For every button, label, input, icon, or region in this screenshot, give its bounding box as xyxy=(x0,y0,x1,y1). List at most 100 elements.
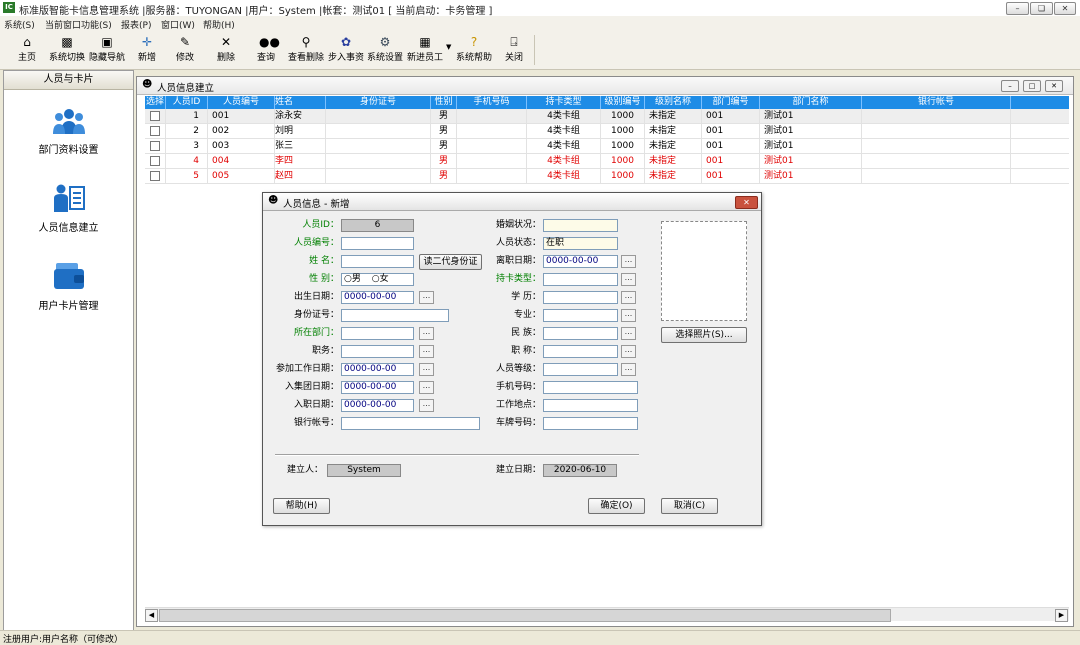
name-input[interactable] xyxy=(341,255,414,268)
col-select[interactable]: 选择 xyxy=(145,96,166,109)
scroll-right-icon[interactable]: ▶ xyxy=(1055,609,1068,622)
col-level-name[interactable]: 级别名称 xyxy=(645,96,702,109)
group-date-input[interactable]: 0000-00-00 xyxy=(341,381,414,394)
close-button[interactable]: ✕ xyxy=(1054,2,1076,15)
leave-date-picker-button[interactable]: ... xyxy=(621,255,636,268)
view-deleted-button[interactable]: ⚲ 查看删除 xyxy=(287,33,325,67)
join-date-picker-button[interactable]: ... xyxy=(419,399,434,412)
col-id-number[interactable]: 身份证号 xyxy=(326,96,431,109)
horizontal-scrollbar[interactable]: ◀ ▶ xyxy=(145,607,1069,622)
child-restore-button[interactable]: □ xyxy=(1023,80,1041,92)
col-level-code[interactable]: 级别编号 xyxy=(601,96,645,109)
table-row[interactable]: 4 004 李四 男 4类卡组 1000 未指定 001 测试01 xyxy=(145,154,1069,169)
col-card-type[interactable]: 持卡类型 xyxy=(527,96,601,109)
sex-male-radio[interactable]: ○男 xyxy=(344,274,361,284)
col-work[interactable]: 工作 xyxy=(1011,96,1069,109)
group-date-picker-button[interactable]: ... xyxy=(419,381,434,394)
col-dept-name[interactable]: 部门名称 xyxy=(760,96,862,109)
menu-help[interactable]: 帮助(H) xyxy=(203,18,235,31)
child-close-button[interactable]: ✕ xyxy=(1045,80,1063,92)
department-picker-button[interactable]: ... xyxy=(419,327,434,340)
dialog-close-button[interactable]: ✕ xyxy=(735,196,758,209)
card-type-input[interactable] xyxy=(543,273,618,286)
scroll-thumb[interactable] xyxy=(159,609,891,622)
birth-date-input[interactable]: 0000-00-00 xyxy=(341,291,414,304)
col-dept-code[interactable]: 部门编号 xyxy=(702,96,760,109)
nav-item-card-management[interactable]: 用户卡片管理 xyxy=(4,261,133,312)
col-name[interactable]: 姓名 xyxy=(275,96,326,109)
table-row[interactable]: 2 002 刘明 男 4类卡组 1000 未指定 001 测试01 xyxy=(145,124,1069,139)
table-row[interactable]: 1 001 涂永安 男 4类卡组 1000 未指定 001 测试01 xyxy=(145,109,1069,124)
birth-date-picker-button[interactable]: ... xyxy=(419,291,434,304)
title-picker-button[interactable]: ... xyxy=(621,345,636,358)
help-button[interactable]: 帮助(H) xyxy=(273,498,330,514)
person-code-input[interactable] xyxy=(341,237,414,250)
work-date-input[interactable]: 0000-00-00 xyxy=(341,363,414,376)
grade-input[interactable] xyxy=(543,363,618,376)
join-date-input[interactable]: 0000-00-00 xyxy=(341,399,414,412)
add-button[interactable]: ✛ 新增 xyxy=(133,33,161,67)
row-checkbox[interactable] xyxy=(150,171,160,181)
sex-female-radio[interactable]: ○女 xyxy=(372,274,389,284)
col-mobile[interactable]: 手机号码 xyxy=(457,96,527,109)
work-date-picker-button[interactable]: ... xyxy=(419,363,434,376)
nation-picker-button[interactable]: ... xyxy=(621,327,636,340)
new-employee-icon: ▦ xyxy=(419,35,431,49)
col-person-code[interactable]: 人员编号 xyxy=(208,96,275,109)
nation-input[interactable] xyxy=(543,327,618,340)
cancel-button[interactable]: 取消(C) xyxy=(661,498,718,514)
menu-system[interactable]: 系统(S) xyxy=(4,18,35,31)
person-status-input[interactable]: 在职 xyxy=(543,237,618,250)
table-row[interactable]: 3 003 张三 男 4类卡组 1000 未指定 001 测试01 xyxy=(145,139,1069,154)
nav-item-department-setup[interactable]: 部门资料设置 xyxy=(4,107,133,156)
system-switch-button[interactable]: ▩ 系统切换 xyxy=(47,33,87,67)
dropdown-arrow-icon[interactable]: ▼ xyxy=(446,43,451,51)
row-checkbox[interactable] xyxy=(150,111,160,121)
id-number-input[interactable] xyxy=(341,309,449,322)
table-row[interactable]: 5 005 赵四 男 4类卡组 1000 未指定 001 测试01 xyxy=(145,169,1069,184)
mobile-input[interactable] xyxy=(543,381,638,394)
edit-button[interactable]: ✎ 修改 xyxy=(171,33,199,67)
query-button[interactable]: ●● 查询 xyxy=(252,33,280,67)
new-employee-button[interactable]: ▦ 新进员工 xyxy=(406,33,444,67)
home-button[interactable]: ⌂ 主页 xyxy=(12,33,42,67)
minimize-button[interactable]: – xyxy=(1006,2,1029,15)
child-minimize-button[interactable]: – xyxy=(1001,80,1019,92)
leave-date-input[interactable]: 0000-00-00 xyxy=(543,255,618,268)
title-input[interactable] xyxy=(543,345,618,358)
menu-window[interactable]: 窗口(W) xyxy=(161,18,195,31)
education-picker-button[interactable]: ... xyxy=(621,291,636,304)
card-type-picker-button[interactable]: ... xyxy=(621,273,636,286)
row-checkbox[interactable] xyxy=(150,141,160,151)
department-input[interactable] xyxy=(341,327,414,340)
workplace-input[interactable] xyxy=(543,399,638,412)
col-sex[interactable]: 性别 xyxy=(431,96,457,109)
bank-account-input[interactable] xyxy=(341,417,480,430)
menu-report[interactable]: 报表(P) xyxy=(121,18,151,31)
close-app-button[interactable]: ⍈ 关闭 xyxy=(500,33,528,67)
major-input[interactable] xyxy=(543,309,618,322)
nav-item-person-info[interactable]: 人员信息建立 xyxy=(4,183,133,234)
grade-picker-button[interactable]: ... xyxy=(621,363,636,376)
ok-button[interactable]: 确定(O) xyxy=(588,498,645,514)
scroll-left-icon[interactable]: ◀ xyxy=(145,609,158,622)
duty-input[interactable] xyxy=(341,345,414,358)
row-checkbox[interactable] xyxy=(150,156,160,166)
row-checkbox[interactable] xyxy=(150,126,160,136)
toolbar: ⌂ 主页 ▩ 系统切换 ▣ 隐藏导航 ✛ 新增 ✎ 修改 ✕ 删除 ●● 查询 … xyxy=(0,31,1080,70)
marriage-input[interactable] xyxy=(543,219,618,232)
delete-button[interactable]: ✕ 删除 xyxy=(212,33,240,67)
select-photo-button[interactable]: 选择照片(S)... xyxy=(661,327,747,343)
restore-button[interactable]: ❏ xyxy=(1030,2,1053,15)
education-input[interactable] xyxy=(543,291,618,304)
major-picker-button[interactable]: ... xyxy=(621,309,636,322)
col-person-id[interactable]: 人员ID xyxy=(166,96,208,109)
hide-nav-button[interactable]: ▣ 隐藏导航 xyxy=(88,33,126,67)
menu-window-functions[interactable]: 当前窗口功能(S) xyxy=(45,18,112,31)
system-help-button[interactable]: ? 系统帮助 xyxy=(455,33,493,67)
plate-input[interactable] xyxy=(543,417,638,430)
duty-picker-button[interactable]: ... xyxy=(419,345,434,358)
step-in-button[interactable]: ✿ 步入事资 xyxy=(327,33,365,67)
col-bank-account[interactable]: 银行帐号 xyxy=(862,96,1011,109)
system-settings-button[interactable]: ⚙ 系统设置 xyxy=(366,33,404,67)
